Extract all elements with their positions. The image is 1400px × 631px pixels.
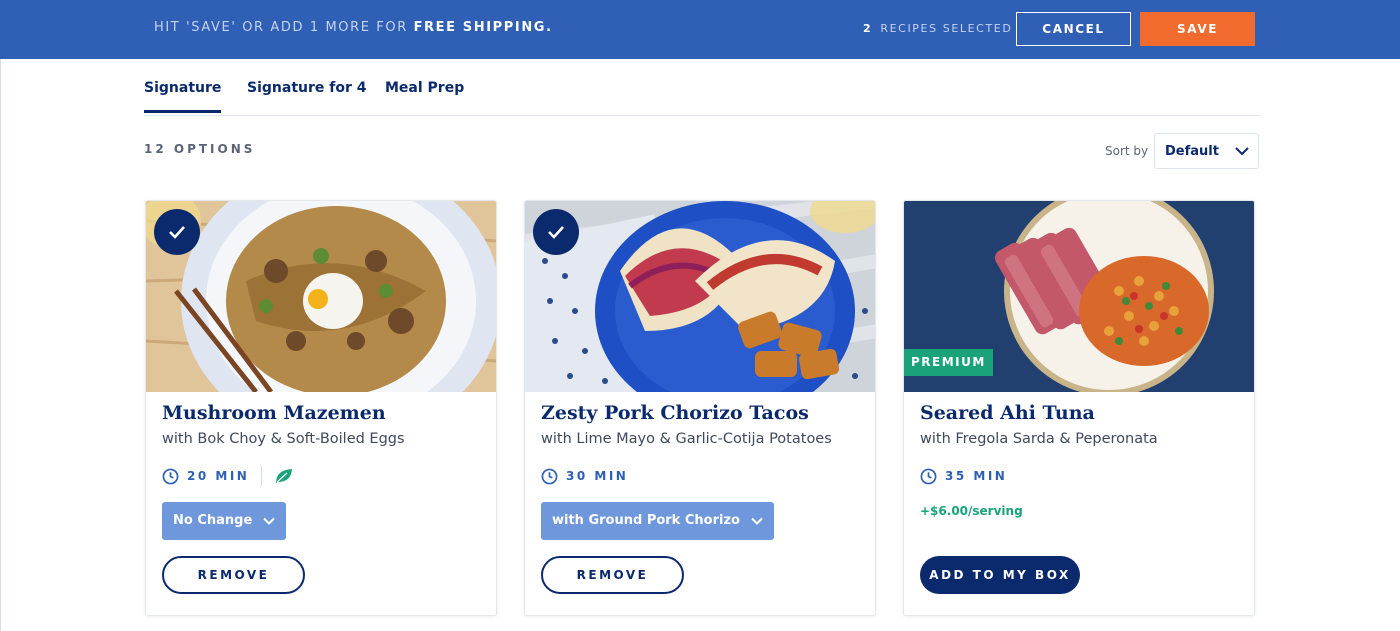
recipe-time: 30 MIN bbox=[541, 466, 628, 486]
sort-value: Default bbox=[1165, 144, 1219, 159]
time-label: 30 MIN bbox=[566, 469, 629, 483]
premium-price: +$6.00/serving bbox=[920, 504, 1023, 518]
recipe-time: 35 MIN bbox=[920, 466, 1007, 486]
page-edge-divider bbox=[0, 59, 1, 631]
time-divider bbox=[261, 466, 263, 486]
customize-dropdown[interactable]: with Ground Pork Chorizo bbox=[541, 502, 774, 540]
recipe-time: 20 MIN bbox=[162, 466, 302, 486]
tab-meal-prep[interactable]: Meal Prep bbox=[385, 80, 464, 110]
recipe-photo[interactable] bbox=[146, 201, 496, 392]
check-icon bbox=[548, 226, 564, 239]
recipe-title[interactable]: Mushroom Mazemen bbox=[162, 402, 386, 424]
recipe-photo[interactable]: PREMIUM bbox=[904, 201, 1254, 392]
top-banner: HIT 'SAVE' OR ADD 1 MORE FOR FREE SHIPPI… bbox=[0, 0, 1400, 59]
recipe-subtitle: with Fregola Sarda & Peperonata bbox=[920, 431, 1158, 447]
recipe-card[interactable]: Mushroom Mazemen with Bok Choy & Soft-Bo… bbox=[145, 200, 497, 616]
cancel-button[interactable]: CANCEL bbox=[1016, 12, 1131, 46]
leaf-icon bbox=[276, 469, 293, 483]
check-icon bbox=[169, 226, 185, 239]
chevron-down-icon bbox=[263, 517, 276, 525]
recipe-photo[interactable] bbox=[525, 201, 875, 392]
remove-button[interactable]: REMOVE bbox=[162, 556, 305, 594]
sort-by-label: Sort by bbox=[1105, 144, 1149, 158]
banner-message-emphasis: FREE SHIPPING. bbox=[413, 20, 553, 35]
selected-check-badge[interactable] bbox=[154, 209, 200, 255]
plan-tabs: Signature Signature for 4 Meal Prep bbox=[144, 80, 1259, 116]
recipe-title[interactable]: Seared Ahi Tuna bbox=[920, 402, 1095, 424]
chevron-down-icon bbox=[751, 517, 763, 525]
selected-label: RECIPES SELECTED bbox=[880, 22, 1013, 35]
recipe-title[interactable]: Zesty Pork Chorizo Tacos bbox=[541, 402, 809, 424]
clock-icon bbox=[541, 468, 558, 484]
dropdown-value: No Change bbox=[173, 513, 253, 528]
time-label: 20 MIN bbox=[187, 469, 250, 483]
save-button[interactable]: SAVE bbox=[1140, 12, 1255, 46]
customize-dropdown[interactable]: No Change bbox=[162, 502, 287, 540]
selected-count: 2 bbox=[863, 22, 873, 35]
chevron-down-icon bbox=[1235, 147, 1249, 156]
dropdown-value: with Ground Pork Chorizo bbox=[552, 513, 740, 528]
recipe-card[interactable]: Zesty Pork Chorizo Tacos with Lime Mayo … bbox=[524, 200, 876, 616]
recipe-card[interactable]: PREMIUM Seared Ahi Tuna with Fregola Sar… bbox=[903, 200, 1255, 616]
premium-badge: PREMIUM bbox=[904, 349, 993, 376]
recipe-subtitle: with Lime Mayo & Garlic-Cotija Potatoes bbox=[541, 431, 832, 447]
sort-select[interactable]: Default bbox=[1154, 133, 1259, 169]
clock-icon bbox=[162, 468, 179, 484]
add-to-box-button[interactable]: ADD TO MY BOX bbox=[920, 556, 1080, 594]
selected-check-badge[interactable] bbox=[533, 209, 579, 255]
tab-signature[interactable]: Signature bbox=[144, 80, 222, 113]
clock-icon bbox=[920, 468, 937, 484]
banner-message-text: HIT 'SAVE' OR ADD 1 MORE FOR bbox=[154, 20, 414, 35]
options-count: 12 OPTIONS bbox=[144, 142, 256, 156]
time-label: 35 MIN bbox=[945, 469, 1008, 483]
recipes-selected-status: 2 RECIPES SELECTED bbox=[863, 22, 1012, 35]
tab-signature-for-4[interactable]: Signature for 4 bbox=[247, 80, 366, 110]
remove-button[interactable]: REMOVE bbox=[541, 556, 684, 594]
recipe-subtitle: with Bok Choy & Soft-Boiled Eggs bbox=[162, 431, 405, 447]
free-shipping-message: HIT 'SAVE' OR ADD 1 MORE FOR FREE SHIPPI… bbox=[154, 20, 553, 35]
